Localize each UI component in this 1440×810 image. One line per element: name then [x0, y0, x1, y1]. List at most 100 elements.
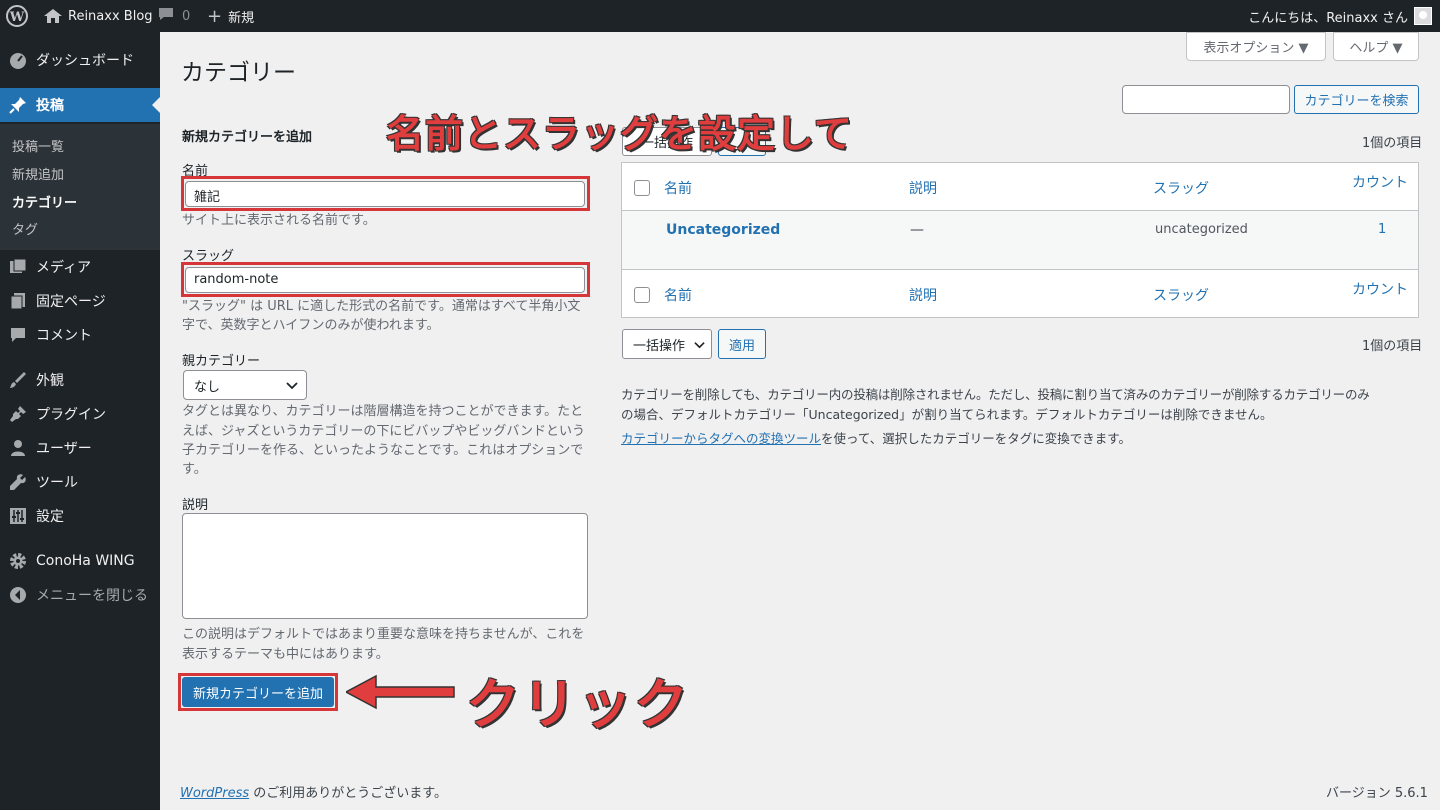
pages-icon — [0, 292, 36, 310]
menu-label: ダッシュボード — [36, 53, 134, 69]
account-greeting[interactable]: こんにちは、Reinaxx さん — [1248, 0, 1408, 32]
comments-count: 0 — [182, 8, 191, 24]
description-help-2: 表示するテーマも中にはあります。 — [182, 647, 389, 662]
dashboard-icon — [0, 51, 36, 69]
bulk-actions-label: 一括操作 — [633, 338, 686, 354]
menu-label: 投稿 — [36, 98, 64, 114]
comment-icon — [158, 7, 174, 25]
menu-label: 設定 — [36, 509, 64, 525]
collapse-menu-button[interactable]: メニューを閉じる — [0, 578, 160, 612]
menu-label: コメント — [36, 328, 92, 344]
pin-icon — [0, 96, 36, 114]
avatar[interactable] — [1414, 0, 1432, 32]
menu-label: ConoHa WING — [36, 553, 135, 569]
wordpress-link[interactable]: WordPress — [180, 786, 249, 801]
submenu-all-posts[interactable]: 投稿一覧 — [12, 136, 64, 155]
plus-icon: + — [207, 5, 223, 27]
menu-settings[interactable]: 設定 — [0, 499, 160, 533]
parent-description-2: えば、ジャズというカテゴリーの下にビバップやビッグバンドという — [182, 424, 586, 439]
column-description[interactable]: 説明 — [909, 178, 937, 198]
menu-plugins[interactable]: プラグイン — [0, 397, 160, 431]
items-count-top: 1個の項目 — [1362, 136, 1423, 151]
menu-tools[interactable]: ツール — [0, 465, 160, 499]
submenu-add-new[interactable]: 新規追加 — [12, 164, 64, 183]
svg-text:W: W — [9, 10, 25, 25]
search-categories-button[interactable]: カテゴリーを検索 — [1294, 85, 1419, 114]
highlight-name — [181, 176, 590, 211]
column-count-bottom[interactable]: カウント — [1352, 279, 1408, 299]
category-tag-converter-link[interactable]: カテゴリーからタグへの変換ツール — [621, 431, 821, 446]
help-button[interactable]: ヘルプ ▼ — [1333, 32, 1419, 61]
wordpress-logo-icon[interactable]: W — [6, 0, 30, 32]
new-content-link[interactable]: + 新規 — [207, 0, 254, 32]
category-description: — — [910, 222, 924, 238]
menu-conoha-wing[interactable]: ConoHa WING — [0, 544, 160, 578]
comment-icon — [0, 326, 36, 344]
menu-label: プラグイン — [36, 407, 106, 423]
table-row: Uncategorized — uncategorized 1 — [622, 211, 1418, 269]
menu-posts[interactable]: 投稿 — [0, 88, 160, 122]
plug-icon — [0, 405, 36, 423]
submenu-categories[interactable]: カテゴリー — [12, 192, 77, 211]
annotation-set-name-slug: 名前とスラッグを設定して — [386, 112, 853, 156]
menu-media[interactable]: メディア — [0, 250, 160, 284]
menu-label: メディア — [36, 260, 92, 276]
delete-note-line2: の場合、デフォルトカテゴリー「Uncategorized」が割り当てられます。デ… — [621, 407, 1273, 422]
column-name[interactable]: 名前 — [664, 178, 692, 198]
menu-dashboard[interactable]: ダッシュボード — [0, 43, 160, 77]
description-textarea[interactable] — [182, 513, 588, 619]
footer-divider — [622, 269, 1418, 270]
converter-note: カテゴリーからタグへの変換ツールを使って、選択したカテゴリーをタグに変換できます… — [621, 429, 1131, 449]
category-slug: uncategorized — [1155, 222, 1248, 237]
items-count-bottom: 1個の項目 — [1362, 339, 1423, 354]
submenu-tags[interactable]: タグ — [12, 219, 38, 238]
menu-label: 外観 — [36, 373, 64, 389]
new-label: 新規 — [228, 10, 255, 26]
screen-options-button[interactable]: 表示オプション ▼ — [1186, 32, 1326, 61]
wrench-icon — [0, 473, 36, 491]
name-description: サイト上に表示される名前です。 — [182, 213, 376, 228]
bulk-actions-select-bottom[interactable]: 一括操作 — [622, 329, 712, 359]
page-title: カテゴリー — [181, 60, 296, 86]
categories-table: 名前 説明 スラッグ カウント Uncategorized — uncatego… — [621, 162, 1419, 318]
description-help-1: この説明はデフォルトではあまり重要な意味を持ちませんが、これを — [182, 627, 585, 642]
description-label: 説明 — [182, 498, 209, 513]
gear-icon — [0, 552, 36, 570]
footer-thanks-text: のご利用ありがとうございます。 — [249, 786, 447, 801]
posts-submenu: 投稿一覧 新規追加 カテゴリー タグ — [0, 124, 160, 250]
column-slug-bottom[interactable]: スラッグ — [1153, 285, 1209, 305]
comments-link[interactable]: 0 — [158, 0, 190, 32]
category-name-link[interactable]: Uncategorized — [666, 222, 780, 238]
highlight-submit — [178, 673, 338, 711]
chevron-down-icon — [694, 339, 705, 354]
paintbrush-icon — [0, 371, 36, 389]
parent-description-3: 子カテゴリーを作る、といったようなことです。これはオプションで — [182, 443, 584, 458]
menu-comments[interactable]: コメント — [0, 318, 160, 352]
parent-category-select[interactable]: なし — [183, 370, 307, 400]
menu-appearance[interactable]: 外観 — [0, 363, 160, 397]
highlight-slug — [181, 262, 590, 297]
select-all-checkbox[interactable] — [634, 180, 650, 196]
column-slug[interactable]: スラッグ — [1153, 178, 1209, 198]
chevron-down-icon — [286, 379, 298, 395]
delete-note-line1: カテゴリーを削除しても、カテゴリー内の投稿は削除されません。ただし、投稿に割り当… — [621, 387, 1370, 402]
column-description-bottom[interactable]: 説明 — [909, 285, 937, 305]
menu-label: ツール — [36, 475, 78, 491]
menu-users[interactable]: ユーザー — [0, 431, 160, 465]
category-search-input[interactable] — [1122, 85, 1290, 114]
slug-description-2: 字で、英数字とハイフンのみが使われます。 — [182, 318, 440, 333]
select-all-checkbox-bottom[interactable] — [634, 287, 650, 303]
slug-description-1: "スラッグ" は URL に適した形式の名前です。通常はすべて半角小文 — [182, 299, 581, 314]
category-count-link[interactable]: 1 — [1378, 222, 1386, 237]
annotation-click: クリック — [466, 673, 690, 736]
parent-selected-value: なし — [194, 379, 221, 395]
user-icon — [0, 439, 36, 457]
site-home-link[interactable]: Reinaxx Blog — [44, 0, 153, 32]
menu-pages[interactable]: 固定ページ — [0, 284, 160, 318]
apply-button-bottom[interactable]: 適用 — [718, 329, 766, 359]
menu-label: メニューを閉じる — [36, 588, 148, 604]
parent-label: 親カテゴリー — [182, 354, 261, 369]
column-name-bottom[interactable]: 名前 — [664, 285, 692, 305]
column-count[interactable]: カウント — [1352, 172, 1408, 192]
footer-version: バージョン 5.6.1 — [1326, 786, 1428, 801]
